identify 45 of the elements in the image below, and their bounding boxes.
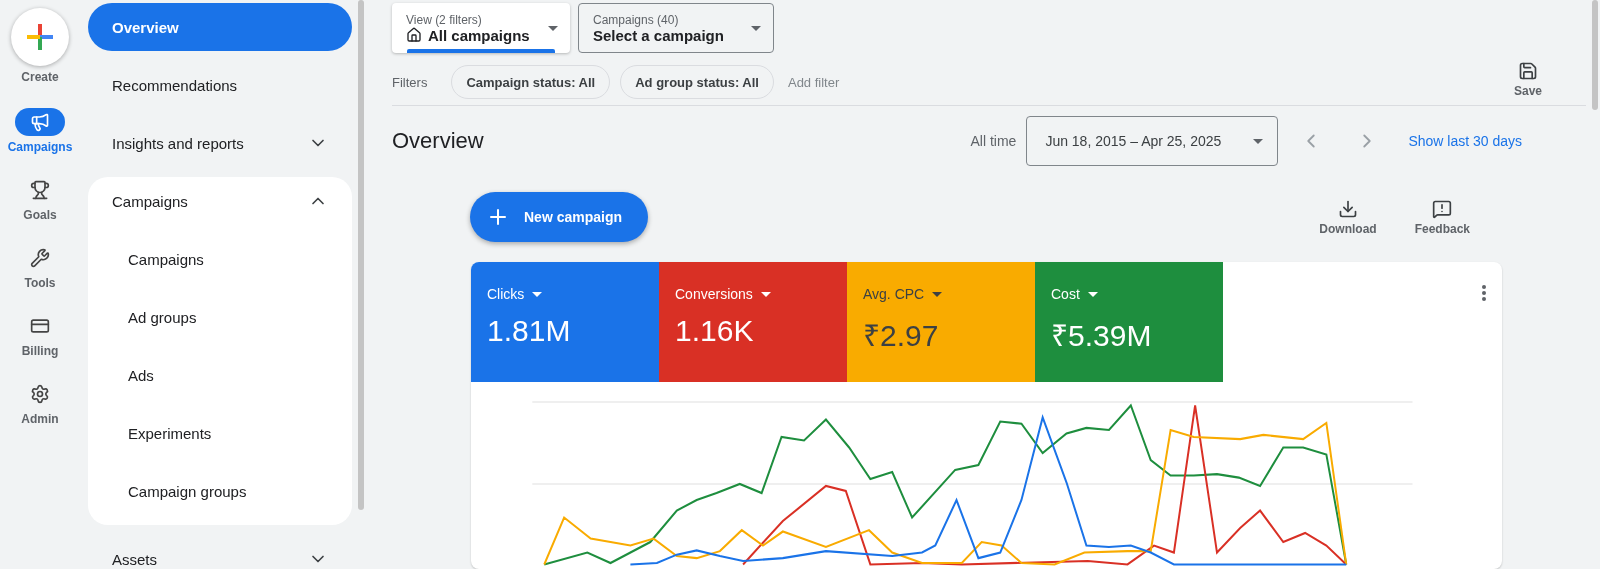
nav-item[interactable]: Experiments <box>88 409 352 457</box>
nav-item[interactable]: Overview <box>88 3 352 51</box>
settings-icon <box>30 384 50 404</box>
view-dropdown[interactable]: View (2 filters) All campaigns <box>392 3 570 53</box>
credit-card-icon <box>30 316 50 336</box>
page-scrollbar[interactable] <box>1592 0 1598 110</box>
more-vertical-icon <box>1482 284 1486 301</box>
rail-item[interactable]: Tools <box>15 244 65 290</box>
new-campaign-button[interactable]: New campaign <box>470 192 649 242</box>
campaign-dropdown[interactable]: Campaigns (40) Select a campaign <box>578 3 774 53</box>
metric-tile[interactable]: Clicks 1.81M <box>471 262 659 382</box>
page-title: Overview <box>392 128 484 154</box>
save-button[interactable]: Save <box>1513 61 1542 98</box>
nav-item[interactable]: Recommendations <box>88 61 352 109</box>
download-button[interactable]: Download <box>1319 198 1377 236</box>
nav-item[interactable]: Campaign groups <box>88 467 352 515</box>
show-last-30-days-link[interactable]: Show last 30 days <box>1408 133 1522 149</box>
nav-item[interactable]: Insights and reports <box>88 119 352 167</box>
scrollbar[interactable] <box>358 0 364 510</box>
metric-tile[interactable]: Cost ₹5.39M <box>1035 262 1223 382</box>
nav-item[interactable]: Ad groups <box>88 293 352 341</box>
rail-item[interactable]: Goals <box>15 176 65 222</box>
feedback-button[interactable]: Feedback <box>1414 198 1470 236</box>
trophy-icon <box>30 180 50 200</box>
nav-item[interactable]: Campaigns <box>88 235 352 283</box>
home-icon <box>406 27 422 43</box>
rail-item[interactable]: Admin <box>15 380 65 426</box>
megaphone-icon <box>30 112 50 132</box>
add-filter-button[interactable]: Add filter <box>783 74 844 90</box>
download-icon <box>1337 198 1358 219</box>
create-label: Create <box>21 70 59 84</box>
nav-item[interactable]: Campaigns <box>88 177 352 225</box>
date-range-dropdown[interactable]: Jun 18, 2015 – Apr 25, 2025 <box>1026 116 1279 166</box>
date-label: All time <box>970 133 1017 149</box>
message-alert-icon <box>1432 198 1453 219</box>
wrench-icon <box>30 248 50 268</box>
nav-item[interactable]: Ads <box>88 351 352 399</box>
metric-tile[interactable]: Conversions 1.16K <box>659 262 847 382</box>
plus-icon <box>27 24 53 50</box>
create-button[interactable] <box>11 8 69 66</box>
nav-item[interactable]: Assets <box>88 535 352 569</box>
rail-item[interactable]: Campaigns <box>7 108 73 154</box>
filters-label: Filters <box>392 74 428 90</box>
rail-item[interactable]: Billing <box>15 312 65 358</box>
metric-tile[interactable]: Avg. CPC ₹2.97 <box>847 262 1035 382</box>
